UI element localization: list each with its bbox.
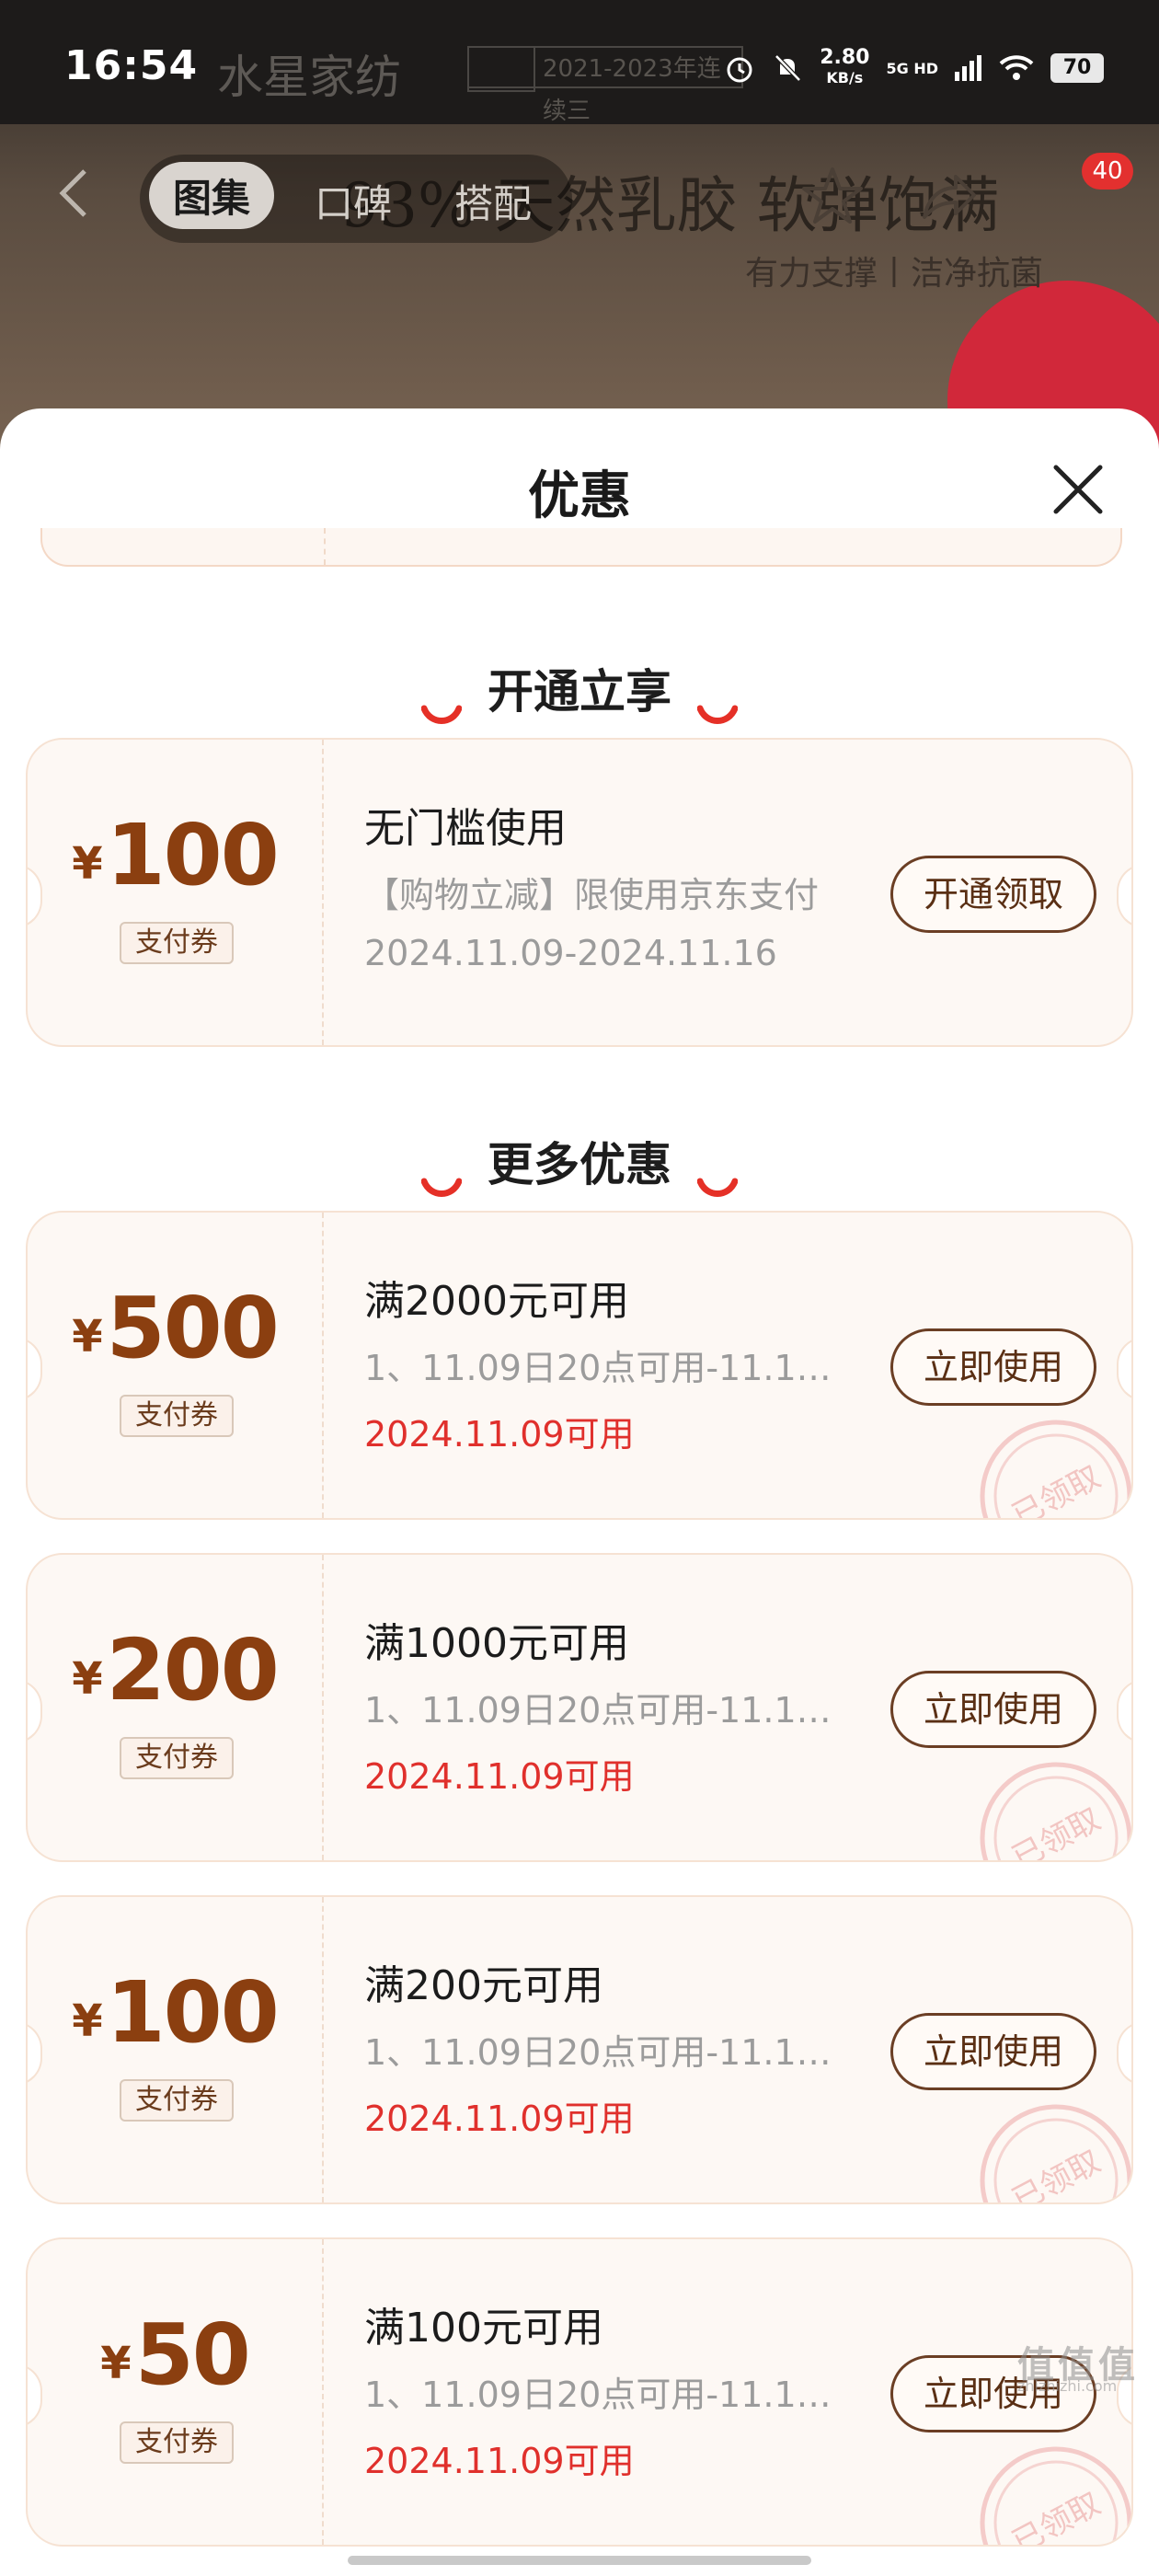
section-title: 更多优惠	[0, 1128, 1159, 1197]
smile-decoration-icon	[420, 1157, 463, 1197]
coupon-validity: 2024.11.09可用	[364, 2441, 635, 2481]
coupon-action-button[interactable]: 立即使用	[890, 1328, 1096, 1406]
coupon-card: ¥100 支付券 满200元可用 1、11.09日20点可用-11.11日 2024.1…	[26, 1895, 1133, 2204]
brand-name: 水星家纺	[217, 51, 401, 104]
favorite-star-icon[interactable]	[800, 164, 865, 228]
network-type: 5G HD	[886, 59, 938, 77]
amount-value: 100	[106, 1963, 280, 2062]
coupon-notch	[1117, 864, 1131, 928]
coupon-divider	[322, 2239, 324, 2545]
coupon-validity: 2024.11.09-2024.11.16	[364, 933, 777, 973]
coupon-description: 1、11.09日20点可用-11.11日	[364, 1348, 843, 1388]
coupon-description: 1、11.09日20点可用-11.11日	[364, 2032, 843, 2073]
coupon-description: 【购物立减】限使用京东支付	[364, 875, 820, 915]
coupon-description: 1、11.09日20点可用-11.11日	[364, 1690, 843, 1731]
claimed-stamp-icon: 已领取	[980, 2104, 1131, 2204]
alarm-icon	[727, 57, 752, 83]
brand-banner-text: 2021-2023年连续三	[467, 46, 743, 125]
currency-symbol: ¥	[72, 1653, 103, 1705]
tab-reviews[interactable]: 口碑	[315, 173, 392, 229]
smile-decoration-icon	[696, 1157, 739, 1197]
currency-symbol: ¥	[72, 1311, 103, 1363]
svg-text:已领取: 已领取	[1006, 1800, 1107, 1862]
coupon-value-panel: ¥200 支付券	[28, 1555, 322, 1860]
status-time: 16:54	[64, 42, 199, 89]
watermark-url: zhizhizhi.com	[1017, 2377, 1118, 2395]
coupon-notch	[1117, 2021, 1131, 2086]
coupon-type-tag: 支付券	[120, 922, 234, 964]
svg-text:已领取: 已领取	[1006, 2143, 1107, 2204]
coupon-condition: 满200元可用	[364, 1962, 603, 2009]
battery-indicator: 70	[1050, 53, 1104, 83]
coupon-action-button[interactable]: 立即使用	[890, 2013, 1096, 2090]
mute-bell-icon	[775, 54, 802, 82]
coupon-description: 1、11.09日20点可用-11.11日	[364, 2375, 843, 2415]
coupon-value-panel: ¥500 支付券	[28, 1213, 322, 1518]
back-arrow-icon[interactable]	[55, 166, 92, 221]
currency-symbol: ¥	[72, 1995, 103, 2047]
wifi-icon	[999, 55, 1034, 80]
amount-value: 100	[106, 806, 280, 904]
coupon-type-tag: 支付券	[120, 2421, 234, 2464]
coupon-value-panel: ¥100 支付券	[28, 1897, 322, 2202]
status-icons: 2.80 KB/s 5G HD 70	[724, 48, 1104, 88]
coupon-card: ¥100 支付券 无门槛使用【购物立减】限使用京东支付 2024.11.09-2024…	[26, 738, 1133, 1047]
smile-decoration-icon	[420, 684, 463, 724]
coupon-condition: 无门槛使用	[364, 805, 567, 852]
coupon-value-panel: ¥100 支付券	[28, 740, 322, 1045]
coupon-card: ¥50 支付券 满100元可用 1、11.09日20点可用-11.11日 2024.11…	[26, 2237, 1133, 2547]
coupon-divider	[322, 1897, 324, 2202]
coupon-amount: ¥500	[28, 1279, 322, 1377]
tab-match[interactable]: 搭配	[454, 173, 532, 229]
coupon-action-button[interactable]: 开通领取	[890, 856, 1096, 933]
amount-value: 50	[134, 2306, 251, 2404]
coupon-condition: 满2000元可用	[364, 1278, 629, 1325]
smile-decoration-icon	[696, 684, 739, 724]
network-rate: 2.80 KB/s	[820, 46, 870, 87]
amount-value: 500	[106, 1279, 280, 1377]
home-indicator[interactable]	[348, 2556, 811, 2565]
section-title: 开通立享	[0, 655, 1159, 724]
claimed-stamp-icon: 已领取	[980, 1420, 1131, 1520]
close-icon[interactable]	[1049, 460, 1107, 519]
message-count-badge: 40	[1082, 153, 1133, 190]
coupon-divider	[322, 1213, 324, 1518]
coupon-card: ¥200 支付券 满1000元可用 1、11.09日20点可用-11.11日 2024.…	[26, 1553, 1133, 1862]
product-subline: 有力支撑丨洁净抗菌	[745, 255, 1044, 293]
coupon-validity: 2024.11.09可用	[364, 1756, 635, 1797]
coupon-notch	[1117, 1337, 1131, 1401]
claimed-stamp-icon: 已领取	[980, 1762, 1131, 1862]
claimed-stamp-icon: 已领取	[980, 2446, 1131, 2547]
svg-text:已领取: 已领取	[1006, 2485, 1107, 2547]
svg-text:已领取: 已领取	[1006, 1458, 1107, 1520]
coupon-divider	[322, 1555, 324, 1860]
coupon-validity: 2024.11.09可用	[364, 2099, 635, 2139]
coupon-amount: ¥100	[28, 1963, 322, 2062]
coupon-sheet: 优惠 开通立享 ¥100 支付券 无门槛使用【购物立减】限使用京东支付 2024.11.…	[0, 408, 1159, 2576]
tab-gallery[interactable]: 图集	[149, 162, 275, 229]
coupon-notch	[1117, 1679, 1131, 1743]
coupon-action-button[interactable]: 立即使用	[890, 1671, 1096, 1748]
coupon-condition: 满1000元可用	[364, 1620, 629, 1667]
coupon-amount: ¥100	[28, 806, 322, 904]
previous-coupon-card	[40, 528, 1122, 567]
currency-symbol: ¥	[72, 838, 103, 890]
coupon-divider	[322, 740, 324, 1045]
coupon-type-tag: 支付券	[120, 1395, 234, 1437]
sheet-title: 优惠	[528, 466, 631, 526]
amount-value: 200	[106, 1621, 280, 1719]
signal-icon	[955, 55, 981, 81]
coupon-condition: 满100元可用	[364, 2305, 603, 2352]
coupon-amount: ¥50	[28, 2306, 322, 2404]
share-icon[interactable]	[915, 164, 980, 228]
coupon-value-panel: ¥50 支付券	[28, 2239, 322, 2545]
coupon-validity: 2024.11.09可用	[364, 1414, 635, 1455]
coupon-type-tag: 支付券	[120, 2079, 234, 2122]
coupon-amount: ¥200	[28, 1621, 322, 1719]
currency-symbol: ¥	[100, 2338, 132, 2389]
coupon-type-tag: 支付券	[120, 1737, 234, 1779]
status-bar: 16:54 水星家纺 2021-2023年连续三 2.80 KB/s 5G HD…	[0, 0, 1159, 125]
coupon-card: ¥500 支付券 满2000元可用 1、11.09日20点可用-11.11日 2024.…	[26, 1211, 1133, 1520]
